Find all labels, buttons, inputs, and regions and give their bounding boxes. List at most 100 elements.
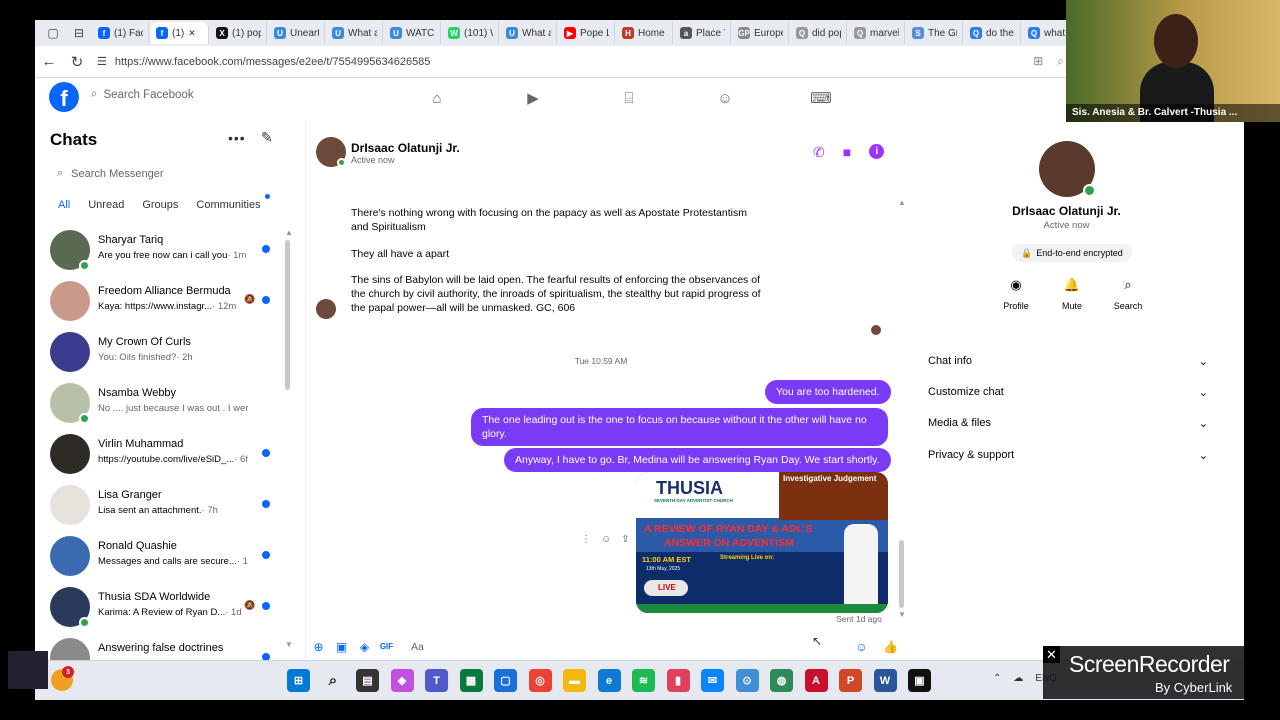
plus-icon[interactable]: ⊕ [311,639,326,654]
mute-button[interactable]: 🔔 Mute [1057,277,1087,311]
browser-tab[interactable]: U What a [501,22,557,44]
browser-tab[interactable]: Qmarvel [849,22,905,44]
chat-list-item[interactable]: My Crown Of Curls You: Oils finished?· 2h [35,332,285,383]
browser-tab[interactable]: ▶ Pope L [559,22,615,44]
powerpoint-icon[interactable]: P [839,669,862,692]
gaming-icon[interactable]: ⌨ [809,88,833,108]
video-call-icon[interactable]: ■ [843,144,851,161]
section-privacy-support[interactable]: Privacy & support ⌄ [928,449,1208,462]
groups-icon[interactable]: ☺ [713,88,737,108]
facebook-logo-icon[interactable]: f [49,82,79,112]
gallery-icon[interactable]: ▣ [334,639,349,654]
chrome-icon[interactable]: ◎ [528,669,552,692]
close-tab-icon[interactable]: ✕ [188,28,196,39]
task-view-icon[interactable]: ▤ [356,669,379,692]
scrollbar-thumb[interactable] [285,240,290,390]
encryption-badge[interactable]: 🔒 End-to-end encrypted [1012,244,1132,262]
browser-tab[interactable]: U WATCH [385,22,441,44]
active-app-icon[interactable]: ▮ [666,669,690,692]
home-icon[interactable]: ⌂ [425,88,449,108]
chat-list-item[interactable]: Thusia SDA Worldwide Karima: A Review of … [35,587,285,638]
store-icon[interactable]: ▦ [459,669,483,692]
phone-icon[interactable]: ✆ [813,144,825,161]
browser-tab[interactable]: U Unearth [269,22,325,44]
spotify-icon[interactable]: ≋ [632,669,655,692]
scroll-up-icon[interactable]: ▲ [898,198,906,207]
site-info-icon[interactable]: ☰ [97,55,107,68]
chevron-up-icon[interactable]: ⌃ [993,673,1001,684]
word-icon[interactable]: W [873,669,897,692]
teams-icon[interactable]: T [425,669,448,692]
chat-list-item[interactable]: Lisa Granger Lisa sent an attachment.· 7h [35,485,285,536]
profile-button[interactable]: ◉ Profile [1001,277,1031,311]
back-icon[interactable]: ← [35,48,63,76]
conversation-scrollbar[interactable]: ▲ ▼ [898,198,906,619]
marketplace-icon[interactable]: ⌸ [617,88,641,108]
thumbs-up-icon[interactable]: 👍 [883,639,898,654]
chat-list-item[interactable]: Virlin Muhammad https://youtube.com/live/… [35,434,285,485]
sticker-icon[interactable]: ◈ [357,639,372,654]
taskbar-search-icon[interactable]: ⌕ [322,669,345,692]
message-input[interactable]: Aa [411,641,424,653]
cloud-icon[interactable]: ☁ [1013,673,1023,684]
copilot-icon[interactable]: ◆ [390,669,414,692]
app-available-icon[interactable]: ⊞ [1033,54,1043,69]
browser-tab[interactable]: a Place Y [675,22,731,44]
emoji-icon[interactable]: ☺ [854,639,869,654]
refresh-icon[interactable]: ↻ [63,48,91,76]
new-message-icon[interactable]: ✎ [261,129,273,146]
share-icon[interactable]: ⇪ [621,534,629,545]
profile-name[interactable]: DrIsaac Olatunji Jr. [915,204,1218,218]
acrobat-icon[interactable]: A [804,669,828,692]
browser-tab[interactable]: X (1) pop [211,22,267,44]
section-customize-chat[interactable]: Customize chat ⌄ [928,386,1208,399]
more-icon[interactable]: ⋮ [581,534,591,545]
browser-tab[interactable]: S The Gr [907,22,963,44]
chat-list-scrollbar[interactable]: ▲ ▼ [285,228,293,649]
contact-name[interactable]: DrIsaac Olatunji Jr. [351,141,460,155]
facebook-search[interactable]: ⌕ Search Facebook [91,88,194,101]
react-icon[interactable]: ☺ [601,534,611,545]
close-icon[interactable]: ✕ [1043,646,1060,663]
browser-tab[interactable]: f (1) ✕ [151,22,209,44]
search-button[interactable]: ⌕ Search [1113,277,1143,311]
filter-tab-all[interactable]: All [58,199,70,211]
zoom-app-icon[interactable]: ▢ [494,669,517,692]
browser-tab[interactable]: f (1) Face [93,22,149,44]
browser-tab[interactable]: H Home [617,22,673,44]
tab-actions-icon[interactable]: ⊟ [67,22,91,44]
workspaces-icon[interactable]: ▢ [41,22,65,44]
url-field[interactable]: ☰ https://www.facebook.com/messages/e2ee… [97,55,430,69]
scrollbar-thumb[interactable] [899,540,904,608]
more-options-icon[interactable]: ••• [228,130,246,146]
image-attachment[interactable]: THUSIA SEVENTH DAY ADVENTIST CHURCH Inve… [636,472,888,613]
messenger-search-input[interactable]: ⌕ Search Messenger [57,167,164,180]
filter-tab-groups[interactable]: Groups [142,199,178,211]
chat-list-item[interactable]: Sharyar Tariq Are you free now can i call… [35,230,285,281]
info-icon[interactable]: i [869,144,885,159]
start-icon[interactable]: ⊞ [287,669,310,692]
browser-tab[interactable]: U What a [327,22,383,44]
network-app-icon[interactable]: ⊙ [735,669,759,692]
chat-list-item[interactable]: Nsamba Webby No .... just because I was o… [35,383,285,434]
scroll-up-icon[interactable]: ▲ [285,228,293,237]
filter-tab-unread[interactable]: Unread [88,199,124,211]
chat-list-item[interactable]: Ronald Quashie Messages and calls are sec… [35,536,285,587]
messenger-icon[interactable]: ✉ [701,669,724,692]
weather-icon[interactable]: 3 [51,666,74,691]
scroll-down-icon[interactable]: ▼ [285,640,293,649]
chat-list-item[interactable]: Freedom Alliance Bermuda Kaya: https://ww… [35,281,285,332]
browser-tab[interactable]: W (101) W [443,22,499,44]
browser-tab[interactable]: Qdo the [965,22,1021,44]
video-icon[interactable]: ▶ [521,88,545,108]
terminal-icon[interactable]: ▣ [908,669,931,692]
browser-tab[interactable]: Qdid pop [791,22,847,44]
filter-tab-communities[interactable]: Communities [196,199,260,211]
edge-icon[interactable]: e [597,669,621,692]
section-media-files[interactable]: Media & files ⌄ [928,417,1208,430]
gif-icon[interactable]: GIF [379,639,394,654]
zoom-icon[interactable]: ⌕ [1057,54,1064,69]
scroll-down-icon[interactable]: ▼ [898,610,906,619]
file-explorer-icon[interactable]: ▬ [563,669,586,692]
globe-app-icon[interactable]: ◍ [770,669,793,692]
